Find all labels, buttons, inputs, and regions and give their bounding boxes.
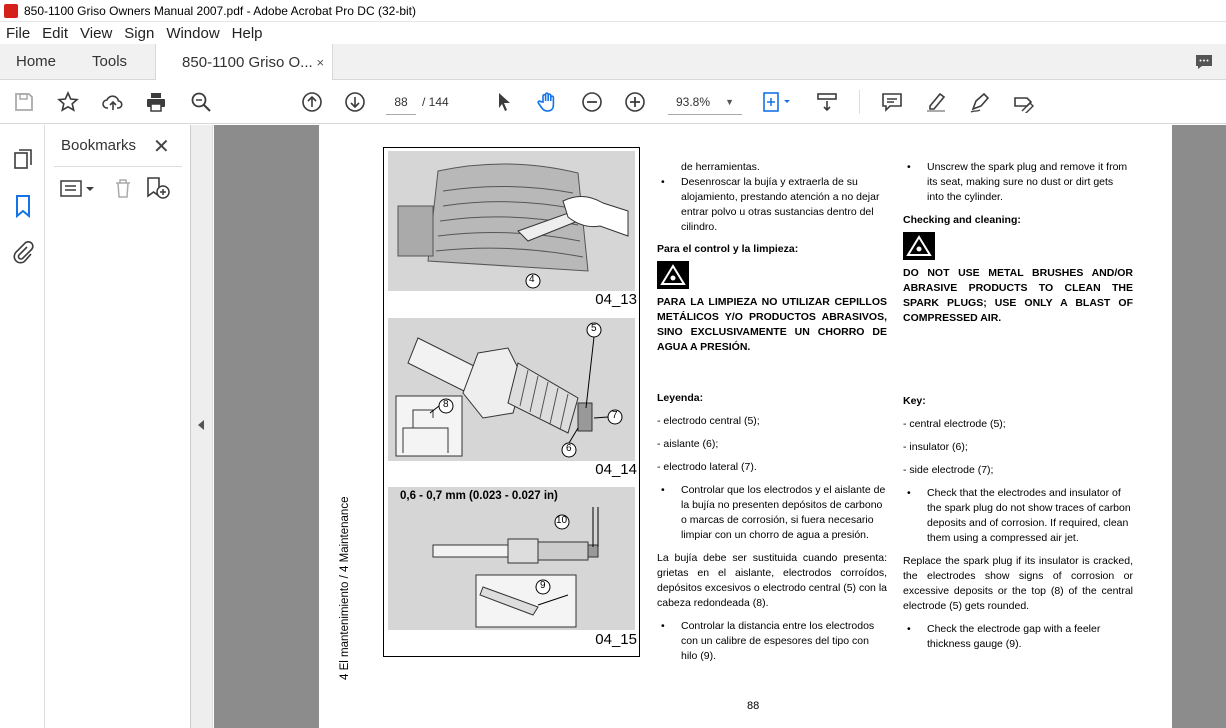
title-bar: 850-1100 Griso Owners Manual 2007.pdf - … (0, 0, 1226, 22)
spark-plug-figure: 5 7 6 8 (388, 318, 635, 461)
es-legend-3: - electrodo lateral (7). (657, 461, 757, 473)
tab-document[interactable]: 850-1100 Griso O... × (155, 44, 334, 81)
es-legend-heading: Leyenda: (657, 392, 704, 404)
scroll-mode-icon[interactable] (815, 90, 839, 114)
figure-frame: 4 04_13 5 7 6 8 04_14 0,6 - 0,7 mm (0.02… (383, 147, 640, 657)
zoom-level-value: 93.8% (676, 95, 711, 109)
menu-window[interactable]: Window (160, 25, 225, 42)
figure-label-04-15: 04_15 (595, 631, 637, 648)
bookmark-options-icon[interactable] (60, 179, 96, 204)
es-warning: PARA LA LIMPIEZA NO UTILIZAR CEPILLOS ME… (657, 296, 887, 353)
en-legend-heading: Key: (903, 395, 926, 407)
hand-tool-icon[interactable] (535, 90, 559, 114)
tabs-bar: Home Tools 850-1100 Griso O... × (0, 44, 1226, 81)
es-bullet-gap: Controlar la distancia entre los electro… (657, 619, 887, 664)
toolbar: 88 / 144 93.8% ▼ (0, 80, 1226, 124)
save-icon[interactable] (12, 90, 36, 114)
comment-icon[interactable] (880, 90, 904, 114)
gap-specification: 0,6 - 0,7 mm (0.023 - 0.027 in) (400, 490, 558, 502)
callout-4: 4 (529, 274, 535, 285)
draw-pen-icon[interactable] (968, 90, 992, 114)
highlight-pen-icon[interactable] (924, 90, 948, 114)
tab-home[interactable]: Home (0, 44, 72, 79)
figure-label-04-13: 04_13 (595, 291, 637, 308)
comment-bubble-icon[interactable] (1194, 44, 1226, 79)
engine-figure: 4 (388, 151, 635, 291)
upload-cloud-icon[interactable] (101, 90, 125, 114)
figure-label-04-14: 04_14 (595, 461, 637, 478)
page-fit-icon[interactable] (760, 90, 794, 114)
callout-7: 7 (612, 410, 618, 421)
warning-triangle-icon (657, 261, 689, 289)
page-thumbnails-icon[interactable] (11, 147, 35, 171)
menu-file[interactable]: File (0, 25, 36, 42)
zoom-level-select[interactable]: 93.8% ▼ (668, 89, 742, 115)
document-viewport[interactable]: 4 El mantenimiento / 4 Maintenance 4 04_… (214, 125, 1226, 728)
left-rail (0, 125, 45, 728)
es-bullet-check: Controlar que los electrodos y el aislan… (657, 483, 887, 543)
chevron-down-icon: ▼ (725, 97, 734, 107)
en-legend-2: - insulator (6); (903, 441, 968, 453)
es-check-heading: Para el control y la limpieza: (657, 243, 799, 255)
bookmarks-title: Bookmarks (61, 137, 137, 154)
en-bullet-check: Check that the electrodes and insulator … (903, 486, 1133, 546)
en-bullet-gap: Check the electrode gap with a feeler th… (903, 622, 1133, 652)
pdf-page: 4 El mantenimiento / 4 Maintenance 4 04_… (319, 125, 1172, 728)
menu-help[interactable]: Help (226, 25, 269, 42)
acrobat-logo-icon (4, 3, 18, 18)
next-page-icon[interactable] (343, 90, 367, 114)
attachment-paperclip-icon[interactable] (11, 240, 35, 264)
en-bullet-unscrew: Unscrew the spark plug and remove it fro… (903, 160, 1133, 205)
zoom-search-icon[interactable] (189, 90, 213, 114)
page-number-input[interactable]: 88 (386, 89, 416, 115)
panel-collapse-handle[interactable] (191, 125, 213, 728)
bookmarks-divider (54, 166, 182, 167)
zoom-in-icon[interactable] (623, 90, 647, 114)
menu-bar: File Edit View Sign Window Help (0, 22, 1226, 44)
spanish-column: de herramientas. Desenroscar la bujía y … (657, 160, 887, 664)
warning-triangle-icon (903, 232, 935, 260)
en-warning: DO NOT USE METAL BRUSHES AND/OR ABRASIVE… (903, 267, 1133, 324)
es-bullet-unscrew: Desenroscar la bujía y extraerla de su a… (657, 175, 887, 235)
tab-tools[interactable]: Tools (72, 44, 143, 79)
callout-8: 8 (443, 399, 449, 410)
add-bookmark-icon[interactable] (145, 176, 171, 205)
delete-bookmark-icon[interactable] (112, 177, 134, 204)
en-legend-3: - side electrode (7); (903, 464, 994, 476)
menu-edit[interactable]: Edit (36, 25, 74, 42)
toolbar-divider (859, 90, 860, 114)
callout-5: 5 (591, 323, 597, 334)
es-top-line: de herramientas. (681, 161, 760, 173)
menu-sign[interactable]: Sign (118, 25, 160, 42)
window-title: 850-1100 Griso Owners Manual 2007.pdf - … (24, 3, 416, 18)
vertical-section-header: 4 El mantenimiento / 4 Maintenance (339, 496, 351, 680)
es-legend-1: - electrodo central (5); (657, 415, 760, 427)
en-check-heading: Checking and cleaning: (903, 214, 1021, 226)
callout-9: 9 (540, 580, 546, 591)
bookmark-icon[interactable] (11, 194, 35, 219)
callout-10: 10 (556, 515, 568, 526)
es-legend-2: - aislante (6); (657, 438, 719, 450)
select-cursor-icon[interactable] (492, 90, 516, 114)
en-replace-text: Replace the spark plug if its insulator … (903, 555, 1133, 612)
tab-document-label: 850-1100 Griso O... (182, 54, 313, 71)
electrode-gap-figure: 0,6 - 0,7 mm (0.023 - 0.027 in) 10 9 (388, 487, 635, 630)
page-number-footer: 88 (747, 700, 760, 712)
page-total: / 144 (422, 95, 449, 109)
es-replace-text: La bujía debe ser sustituida cuando pres… (657, 552, 887, 609)
print-icon[interactable] (144, 90, 168, 114)
zoom-out-icon[interactable] (580, 90, 604, 114)
bookmarks-panel: Bookmarks ✕ (46, 125, 191, 728)
en-legend-1: - central electrode (5); (903, 418, 1006, 430)
star-icon[interactable] (56, 90, 80, 114)
english-column: Unscrew the spark plug and remove it fro… (903, 160, 1133, 652)
previous-page-icon[interactable] (300, 90, 324, 114)
close-icon[interactable]: ✕ (153, 134, 170, 159)
chevron-left-icon (198, 420, 204, 430)
fill-sign-icon[interactable] (1011, 90, 1035, 114)
menu-view[interactable]: View (74, 25, 118, 42)
tab-close-icon[interactable]: × (316, 55, 324, 70)
callout-6: 6 (566, 443, 572, 454)
